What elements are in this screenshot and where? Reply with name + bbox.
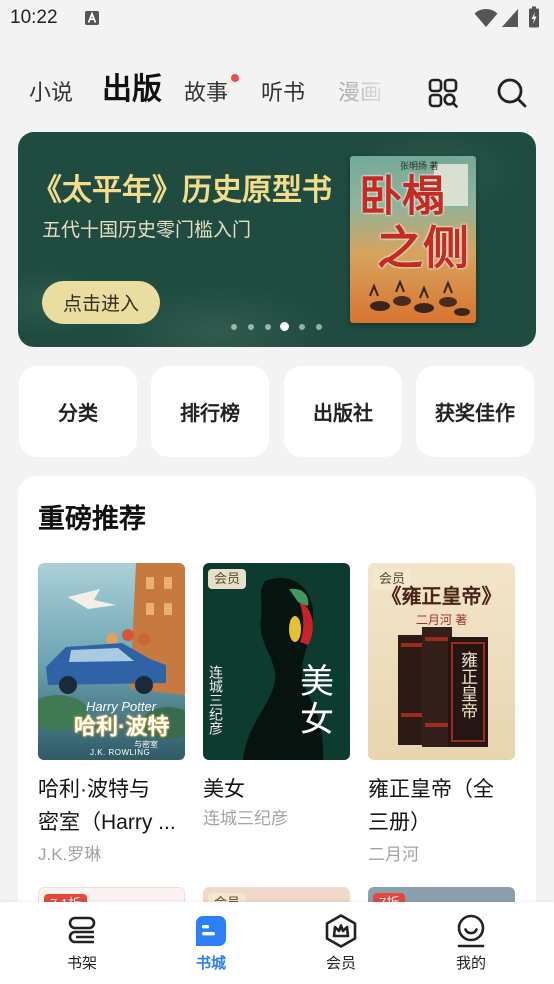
cover-author: J.K. ROWLING — [90, 748, 151, 757]
vip-badge: 会员 — [208, 569, 247, 589]
tab-story-red-dot — [231, 74, 239, 82]
book-title-line: 美女 — [203, 778, 245, 801]
nav-label: 书城 — [195, 955, 226, 972]
signal-icon — [502, 9, 518, 27]
cover-author: 二月河 著 — [415, 613, 468, 627]
nav-label: 我的 — [455, 955, 486, 972]
book-title-line: 三册） — [368, 811, 431, 834]
book-title[interactable]: 哈利·波特与 密室（Harry ... — [38, 773, 185, 839]
book-title-line: 雍正皇帝（全 — [368, 778, 494, 801]
wifi-icon — [474, 9, 498, 27]
bottom-nav: 书架 书城 会员 我的 — [0, 902, 554, 984]
nav-vip[interactable]: 会员 — [291, 902, 391, 984]
book-cover[interactable]: Harry Potter 哈利·波特 与密室 J.K. ROWLING — [38, 563, 185, 760]
book-item[interactable]: 会员 《雍正皇帝》 二月河 著 雍正皇帝 雍正皇帝（全 三册） 二月河 — [368, 563, 515, 866]
bookshelf-icon — [68, 916, 96, 944]
book-author: J.K.罗琳 — [38, 845, 102, 864]
quick-link-ranking[interactable]: 排行榜 — [151, 366, 269, 457]
book-cover[interactable]: 会员 《雍正皇帝》 二月河 著 雍正皇帝 — [368, 563, 515, 760]
cover-title: 《雍正皇帝》 — [381, 586, 502, 608]
cover-en-title: Harry Potter — [86, 699, 157, 714]
banner-enter-button[interactable]: 点击进入 — [42, 281, 160, 324]
carousel-dot[interactable] — [259, 318, 276, 335]
quick-link-publisher[interactable]: 出版社 — [284, 366, 402, 457]
cover-spine-title: 雍正皇帝 — [458, 651, 477, 719]
book-item[interactable]: Harry Potter 哈利·波特 与密室 J.K. ROWLING 哈利·波… — [38, 563, 185, 866]
book-cover[interactable]: 会员 美女 连城三纪彦 — [203, 563, 350, 760]
carousel-dots — [225, 318, 327, 335]
grid-search-icon[interactable] — [427, 77, 459, 109]
tab-publish[interactable]: 出版 — [102, 74, 162, 106]
status-time: 10:22 — [10, 7, 58, 28]
banner-cover-title-line2: 之侧 — [377, 222, 469, 274]
book-title-line: 密室（Harry ... — [38, 811, 176, 834]
banner-subtitle: 五代十国历史零门槛入门 — [42, 220, 252, 241]
tab-novel[interactable]: 小说 — [29, 77, 73, 109]
promo-banner[interactable]: 《太平年》历史原型书 五代十国历史零门槛入门 点击进入 张明扬 著 卧榻 之侧 — [18, 132, 536, 347]
cover-author: 连城三纪彦 — [208, 665, 224, 735]
a-notification-icon — [85, 11, 99, 25]
carousel-dot[interactable] — [310, 318, 327, 335]
carousel-dot[interactable] — [225, 318, 242, 335]
quick-link-award-winners[interactable]: 获奖佳作 — [416, 366, 534, 457]
book-item[interactable]: 会员 美女 连城三纪彦 美女 连城三纪彦 — [203, 563, 350, 830]
book-title[interactable]: 美女 — [203, 773, 350, 806]
nav-bookshelf[interactable]: 书架 — [32, 902, 132, 984]
banner-cover-author: 张明扬 著 — [400, 161, 439, 171]
book-title[interactable]: 雍正皇帝（全 三册） — [368, 773, 515, 839]
nav-label: 书架 — [66, 955, 97, 972]
search-icon[interactable] — [495, 76, 529, 110]
carousel-dot-active[interactable] — [276, 318, 293, 335]
nav-profile[interactable]: 我的 — [421, 902, 521, 984]
vip-crown-icon — [325, 914, 357, 948]
carousel-dot[interactable] — [242, 318, 259, 335]
battery-charging-icon — [529, 6, 539, 28]
carousel-dot[interactable] — [293, 318, 310, 335]
nav-bookstore[interactable]: 书城 — [161, 902, 261, 984]
tab-comic[interactable]: 漫画 — [338, 77, 382, 109]
nav-label: 会员 — [325, 955, 356, 972]
bookstore-icon — [196, 916, 226, 946]
tab-audiobook[interactable]: 听书 — [261, 77, 305, 109]
banner-book-cover[interactable]: 张明扬 著 卧榻 之侧 — [350, 156, 476, 323]
section-title: 重磅推荐 — [38, 504, 146, 534]
tab-story[interactable]: 故事 — [184, 77, 228, 109]
book-author: 二月河 — [368, 845, 419, 864]
cover-title: 美女 — [300, 663, 334, 739]
book-author: 连城三纪彦 — [203, 809, 288, 828]
profile-icon — [457, 914, 485, 948]
cover-cn-title: 哈利·波特 — [74, 714, 170, 739]
banner-cover-title-line1: 卧榻 — [359, 173, 445, 221]
banner-title: 《太平年》历史原型书 — [32, 174, 332, 207]
book-title-line: 哈利·波特与 — [38, 778, 150, 801]
quick-link-category[interactable]: 分类 — [19, 366, 137, 457]
